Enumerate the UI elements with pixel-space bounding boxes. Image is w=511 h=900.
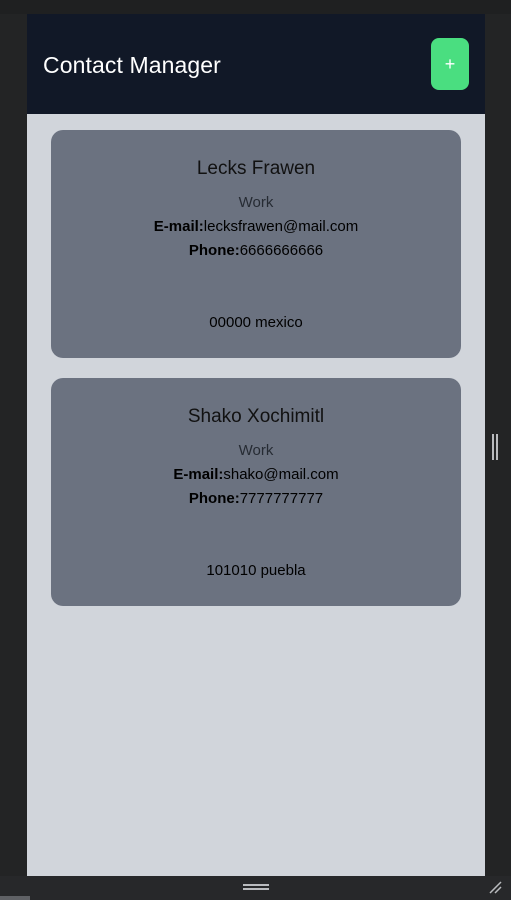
contact-phone-row: Phone:6666666666	[51, 241, 461, 261]
contact-type: Work	[238, 194, 274, 211]
contact-card[interactable]: Shako Xochimitl Work E-mail:shako@mail.c…	[51, 378, 461, 606]
contact-email-row: E-mail:shako@mail.com	[51, 465, 461, 485]
contact-card[interactable]: Lecks Frawen Work E-mail:lecksfrawen@mai…	[51, 130, 461, 358]
contact-email: shako@mail.com	[223, 466, 339, 483]
app-header: Contact Manager +	[27, 14, 485, 114]
devtools-device-frame: Contact Manager + Lecks Frawen Work E-ma…	[0, 0, 511, 900]
phone-label: Phone:	[188, 242, 240, 259]
page-title: Contact Manager	[43, 52, 221, 78]
contact-type: Work	[238, 442, 274, 459]
contact-email-row: E-mail:lecksfrawen@mail.com	[51, 217, 461, 237]
email-label: E-mail:	[173, 466, 224, 483]
resize-corner-icon[interactable]	[487, 879, 503, 895]
contact-name: Shako Xochimitl	[187, 406, 325, 427]
add-contact-button[interactable]: +	[431, 38, 469, 90]
contact-address: 101010 puebla	[206, 562, 306, 579]
contact-address: 00000 mexico	[209, 314, 303, 331]
window-edge-indicator	[0, 896, 30, 900]
contact-email: lecksfrawen@mail.com	[203, 218, 359, 235]
app-viewport: Contact Manager + Lecks Frawen Work E-ma…	[27, 14, 485, 876]
vertical-grip-icon[interactable]	[492, 434, 498, 460]
phone-label: Phone:	[188, 490, 240, 507]
contact-name: Lecks Frawen	[196, 158, 316, 179]
email-label: E-mail:	[153, 218, 204, 235]
contact-phone: 7777777777	[239, 490, 324, 507]
contact-phone: 6666666666	[239, 242, 324, 259]
contact-phone-row: Phone:7777777777	[51, 489, 461, 509]
horizontal-grip-icon[interactable]	[243, 884, 269, 890]
top-strip	[0, 0, 511, 14]
